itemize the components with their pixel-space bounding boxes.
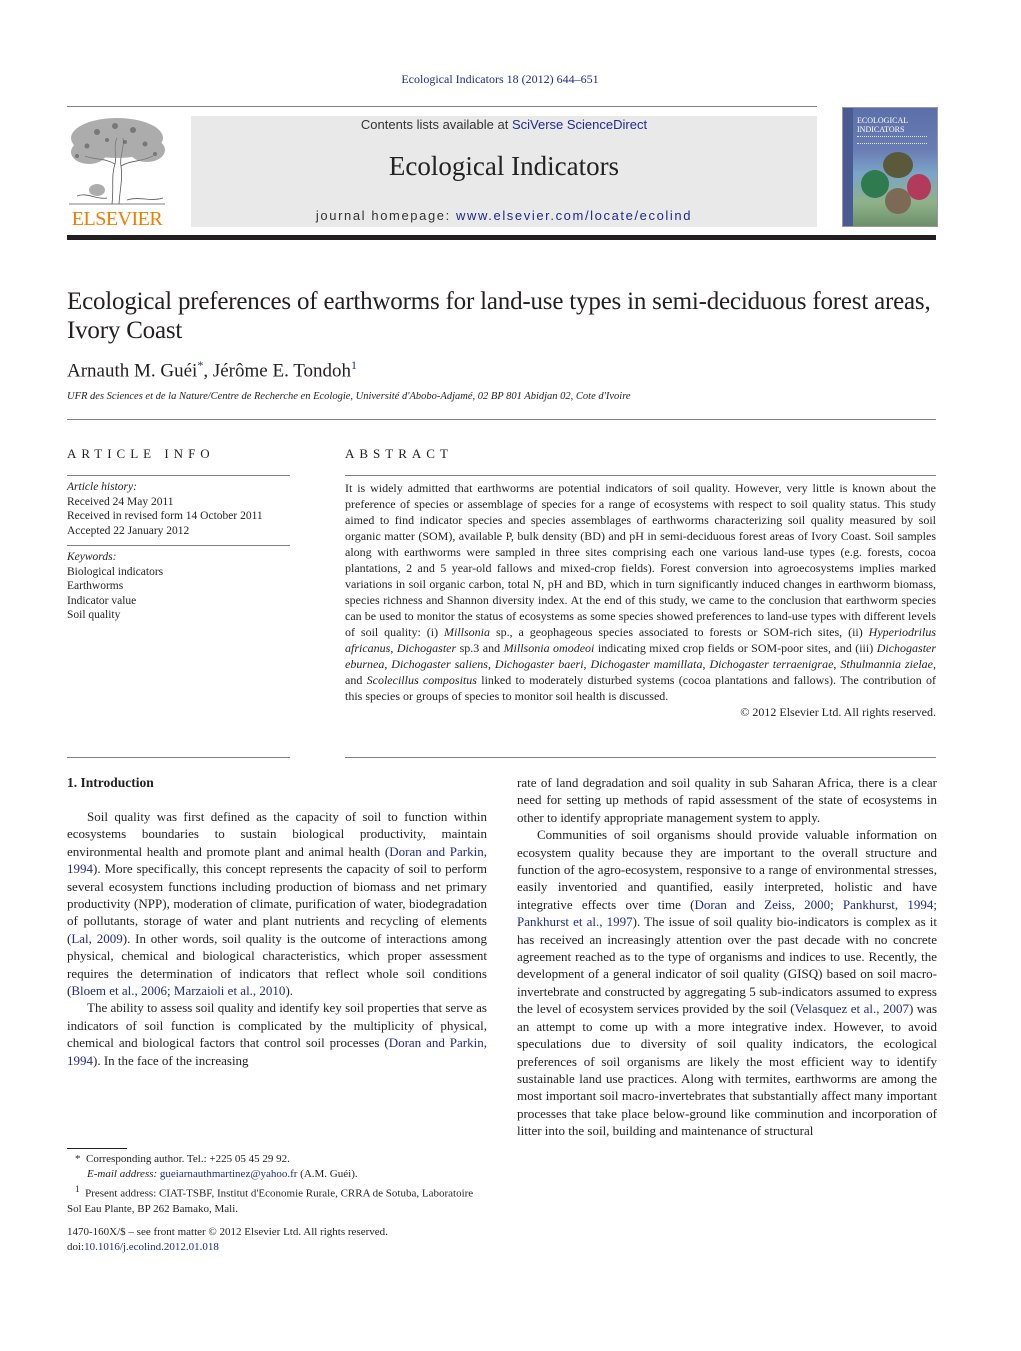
contents-availability: Contents lists available at SciVerse Sci… [191,117,817,132]
reference-link[interactable]: Velasquez et al., 2007 [795,1001,909,1016]
footnote-mark: * [75,1153,81,1165]
body-column-left: Soil quality was first defined as the ca… [67,808,487,1069]
body-column-right: rate of land degradation and soil qualit… [517,774,937,1140]
history-item: Accepted 22 January 2012 [67,524,190,537]
divider [67,419,936,420]
journal-banner: Contents lists available at SciVerse Sci… [191,116,817,227]
footnotes: * Corresponding author. Tel.: +225 05 45… [67,1152,487,1217]
species-name: Dichogaster terraenigrae [709,657,834,671]
species-name: Dichogaster mamillata [590,657,703,671]
body-text: ) was an attempt to come up with a more … [517,1001,938,1139]
copyright: © 2012 Elsevier Ltd. All rights reserved… [740,705,936,719]
history-item: Received in revised form 14 October 2011 [67,510,263,522]
email-suffix: (A.M. Guéi). [297,1168,358,1180]
elsevier-tree-icon [69,118,165,205]
article-info-heading: ARTICLE INFO [67,446,215,461]
abstract-segment: sp.3 and [456,641,504,655]
elsevier-wordmark: ELSEVIER [71,208,163,230]
cover-image-leaf [861,170,889,198]
homepage-link[interactable]: www.elsevier.com/locate/ecolind [456,208,692,223]
history-item: Received 24 May 2011 [67,495,174,508]
doi-link[interactable]: 10.1016/j.ecolind.2012.01.018 [84,1241,219,1253]
article-title: Ecological preferences of earthworms for… [67,288,931,344]
cover-image-person [885,188,911,214]
article-history: Article history: Received 24 May 2011 Re… [67,476,290,538]
abstract-heading: ABSTRACT [345,446,453,461]
species-name: Sthulmannia zielae [840,657,933,671]
species-name: Dichogaster baeri [494,657,584,671]
cover-title: ECOLOGICAL INDICATORS [857,116,908,134]
abstract-segment: , [487,657,495,671]
keywords: Keywords: Biological indicators Earthwor… [67,546,290,623]
footnote-text: Corresponding author. Tel.: +225 05 45 2… [86,1153,290,1165]
species-name: Millsonia [444,625,491,639]
abstract-segment: sp., a geophageous species associated to… [490,625,869,639]
doi-line: doi:10.1016/j.ecolind.2012.01.018 [67,1240,487,1255]
journal-citation[interactable]: Ecological Indicators 18 (2012) 644–651 [0,72,1000,87]
keyword: Earthworms [67,580,124,592]
author-list: Arnauth M. Guéi*, Jérôme E. Tondoh1 [67,358,357,382]
doi-label: doi: [67,1241,85,1253]
footnote-text: Present address: CIAT-TSBF, Institut d'E… [67,1187,474,1215]
email-label: E-mail address: [87,1168,158,1180]
abstract-segment: It is widely admitted that earthworms ar… [345,481,936,639]
journal-homepage: journal homepage: www.elsevier.com/locat… [191,208,817,223]
front-matter: 1470-160X/$ – see front matter © 2012 El… [67,1225,487,1255]
abstract-text: It is widely admitted that earthworms ar… [345,480,936,704]
abstract-segment: , [583,657,591,671]
journal-cover-thumbnail[interactable]: ECOLOGICAL INDICATORS [842,107,938,227]
footnote-present-address: 1 Present address: CIAT-TSBF, Institut d… [67,1182,487,1217]
body-text: rate of land degradation and soil qualit… [517,775,937,825]
cover-image-box [907,174,931,200]
header-thick-rule [67,235,936,240]
divider [345,475,936,476]
journal-title: Ecological Indicators [388,151,620,181]
footnote-rule [67,1148,127,1149]
keyword: Indicator value [67,594,137,607]
body-paragraph: rate of land degradation and soil qualit… [517,774,937,826]
keyword: Biological indicators [67,565,164,578]
issn-line: 1470-160X/$ – see front matter © 2012 El… [67,1226,388,1238]
history-label: Article history: [67,481,137,493]
cover-title-line1: ECOLOGICAL [857,116,909,125]
footnote-corresponding: * Corresponding author. Tel.: +225 05 45… [67,1152,487,1167]
species-name: Scolecillus compositus [366,673,477,687]
email-link[interactable]: gueiarnauthmartinez@yahoo.fr [160,1168,298,1180]
author-separator: , [203,360,213,382]
body-text: ). In the face of the increasing [93,1052,249,1068]
keywords-label: Keywords: [67,551,117,563]
footnote-mark: 1 [75,1184,80,1194]
body-paragraph: The ability to assess soil quality and i… [67,999,487,1069]
species-name: Millsonia omodeoi [503,641,595,655]
section-heading: 1. Introduction [67,775,154,790]
article-info: ARTICLE INFO Article history: Received 2… [67,446,290,623]
abstract-segment: indicating mixed crop fields or SOM-poor… [594,641,877,655]
species-name: Dichogaster saliens [391,657,488,671]
abstract: ABSTRACT It is widely admitted that eart… [345,446,936,720]
body-text: ). [285,983,294,999]
keyword: Soil quality [67,609,121,621]
elsevier-logo[interactable]: ELSEVIER [67,116,167,230]
author-name[interactable]: Jérôme E. Tondoh [213,360,351,381]
species-name: Dichogaster [396,641,457,655]
cover-title-line2: INDICATORS [857,125,905,134]
sciencedirect-link[interactable]: SciVerse ScienceDirect [512,117,647,132]
divider [345,757,936,758]
cover-strip [843,108,853,226]
reference-link[interactable]: Lal, 2009 [71,931,122,946]
homepage-label: journal homepage: [315,208,457,223]
body-paragraph: Soil quality was first defined as the ca… [67,808,487,999]
footnote-email: E-mail address: gueiarnauthmartinez@yaho… [67,1167,487,1182]
reference-link[interactable]: Bloem et al., 2006; Marzaioli et al., 20… [71,983,285,998]
footnote-mark[interactable]: 1 [351,358,357,372]
cover-image-stone [883,152,913,178]
header-rule [67,106,817,107]
cover-subtitle [857,136,927,144]
body-paragraph: Communities of soil organisms should pro… [517,826,937,1139]
contents-label: Contents lists available at [360,117,512,132]
affiliation: UFR des Sciences et de la Nature/Centre … [67,391,631,402]
divider [67,757,290,758]
author-name[interactable]: Arnauth M. Guéi [67,360,197,381]
